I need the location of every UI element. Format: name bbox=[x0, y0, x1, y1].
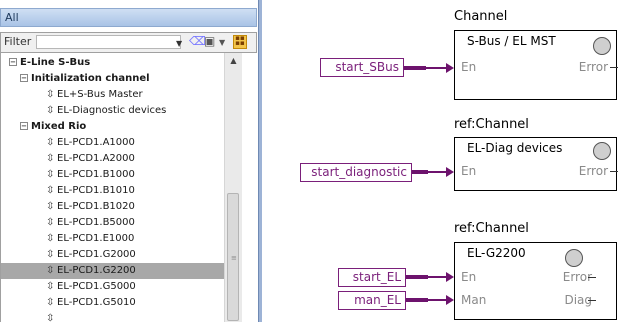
function-block-icon: ⇳ bbox=[46, 265, 55, 276]
function-block-icon: ⇳ bbox=[46, 137, 55, 148]
status-led-icon bbox=[593, 142, 611, 160]
grip-icon: ≡ bbox=[231, 254, 237, 262]
function-block-el-g2200[interactable]: EL-G2200 En Man Error Diag bbox=[454, 242, 617, 320]
function-block-icon: ⇳ bbox=[46, 201, 55, 212]
panel-splitter[interactable] bbox=[258, 0, 262, 322]
tree-item[interactable]: ⇳ EL-PCD1.A2000 bbox=[46, 151, 135, 167]
function-block-icon: ⇳ bbox=[46, 233, 55, 244]
connection-arrow-icon bbox=[446, 295, 454, 305]
port-en[interactable]: En bbox=[461, 60, 476, 74]
filter-dropdown-icon[interactable]: ▼ bbox=[176, 39, 182, 48]
options-dropdown-icon[interactable]: ▼ bbox=[219, 38, 225, 47]
tree-item-selected[interactable]: ⇳ EL-PCD1.G2200 bbox=[1, 263, 224, 279]
signal-man-el[interactable]: man_EL bbox=[338, 291, 406, 310]
collapse-icon[interactable]: − bbox=[20, 74, 28, 82]
port-error[interactable]: Error bbox=[579, 60, 608, 74]
wire bbox=[412, 170, 428, 174]
function-block-icon: ⇳ bbox=[46, 313, 55, 322]
filter-bar: Filter ▼ ⌫ ▣ ▼ ▪▪ ▪▪ bbox=[0, 32, 257, 53]
library-panel: All Filter ▼ ⌫ ▣ ▼ ▪▪ ▪▪ − E-Line S-Bus − I… bbox=[0, 0, 262, 322]
block-name: EL-G2200 bbox=[467, 246, 526, 260]
filter-label: Filter bbox=[4, 35, 32, 48]
scroll-up-icon[interactable]: ▲ bbox=[225, 53, 242, 69]
signal-start-sbus[interactable]: start_SBus bbox=[320, 58, 404, 77]
tree-item[interactable]: ⇳ EL-PCD1.G2000 bbox=[46, 247, 136, 263]
tree-item[interactable]: ⇳ EL-PCD1.B1000 bbox=[46, 167, 135, 183]
port-man[interactable]: Man bbox=[461, 293, 486, 307]
output-stub bbox=[610, 171, 618, 172]
options-icon[interactable]: ▣ bbox=[204, 34, 215, 48]
tree-item[interactable]: ⇳ EL-Diagnostic devices bbox=[46, 103, 166, 119]
function-block-icon: ⇳ bbox=[46, 281, 55, 292]
library-tree: − E-Line S-Bus − Initialization channel ⇳ E… bbox=[0, 53, 257, 322]
tree-group-e-line-s-bus[interactable]: − E-Line S-Bus bbox=[9, 55, 90, 71]
tree-group-mixed-rio[interactable]: − Mixed Rio bbox=[20, 119, 86, 135]
output-stub bbox=[588, 300, 596, 301]
function-block-icon: ⇳ bbox=[46, 185, 55, 196]
wire bbox=[406, 275, 428, 279]
signal-start-el[interactable]: start_EL bbox=[338, 268, 406, 287]
block-name: EL-Diag devices bbox=[467, 141, 563, 155]
tree-item[interactable]: ⇳ EL-PCD1.B1020 bbox=[46, 199, 135, 215]
collapse-icon[interactable]: − bbox=[9, 58, 17, 66]
wire bbox=[406, 298, 428, 302]
status-led-icon bbox=[565, 249, 583, 267]
tree-group-initialization-channel[interactable]: − Initialization channel bbox=[20, 71, 150, 87]
tree-item[interactable]: ⇳ EL-PCD1.B1010 bbox=[46, 183, 135, 199]
block-title: Channel bbox=[454, 9, 508, 24]
tree-item[interactable]: ⇳ EL+S-Bus Master bbox=[46, 87, 143, 103]
wire bbox=[428, 299, 446, 301]
tree-item[interactable]: ⇳ EL-PCD1.G5000 bbox=[46, 279, 136, 295]
port-en[interactable]: En bbox=[461, 270, 476, 284]
tree-item[interactable]: ⇳ EL-PCD1.B5000 bbox=[46, 215, 135, 231]
port-error[interactable]: Error bbox=[579, 164, 608, 178]
block-title: ref:Channel bbox=[454, 117, 529, 132]
tree-item[interactable]: ⇳ EL-PCD1.A1000 bbox=[46, 135, 135, 151]
function-block-icon: ⇳ bbox=[46, 217, 55, 228]
wire bbox=[404, 66, 426, 70]
output-stub bbox=[588, 277, 596, 278]
tree-item[interactable]: ⇳ EL-PCD1.G5010 bbox=[46, 295, 136, 311]
connection-arrow-icon bbox=[446, 63, 454, 73]
block-title: ref:Channel bbox=[454, 221, 529, 236]
connection-arrow-icon bbox=[446, 272, 454, 282]
tree-item-partial: ⇳ bbox=[46, 311, 57, 322]
function-block-icon: ⇳ bbox=[46, 297, 55, 308]
sort-icon[interactable]: ▪▪ ▪▪ bbox=[233, 35, 247, 49]
scroll-thumb[interactable]: ≡ bbox=[227, 193, 239, 321]
function-block-icon: ⇳ bbox=[46, 249, 55, 260]
filter-input[interactable] bbox=[36, 35, 181, 49]
port-en[interactable]: En bbox=[461, 164, 476, 178]
wire bbox=[428, 276, 446, 278]
block-name: S-Bus / EL MST bbox=[467, 34, 556, 48]
function-block-icon: ⇳ bbox=[46, 169, 55, 180]
connection-arrow-icon bbox=[446, 167, 454, 177]
function-block-icon: ⇳ bbox=[46, 89, 55, 100]
signal-start-diagnostic[interactable]: start_diagnostic bbox=[300, 163, 412, 182]
tree-item[interactable]: ⇳ EL-PCD1.E1000 bbox=[46, 231, 134, 247]
function-block-sbus-master[interactable]: S-Bus / EL MST En Error bbox=[454, 30, 617, 100]
function-block-icon: ⇳ bbox=[46, 153, 55, 164]
wire bbox=[428, 171, 446, 173]
status-led-icon bbox=[593, 37, 611, 55]
wire bbox=[426, 67, 446, 69]
tree-scrollbar[interactable]: ▲ ≡ bbox=[224, 53, 242, 322]
function-block-icon: ⇳ bbox=[46, 105, 55, 116]
function-block-diag-devices[interactable]: EL-Diag devices En Error bbox=[454, 137, 617, 191]
output-stub bbox=[610, 67, 618, 68]
tab-all[interactable]: All bbox=[0, 8, 257, 27]
collapse-icon[interactable]: − bbox=[20, 122, 28, 130]
